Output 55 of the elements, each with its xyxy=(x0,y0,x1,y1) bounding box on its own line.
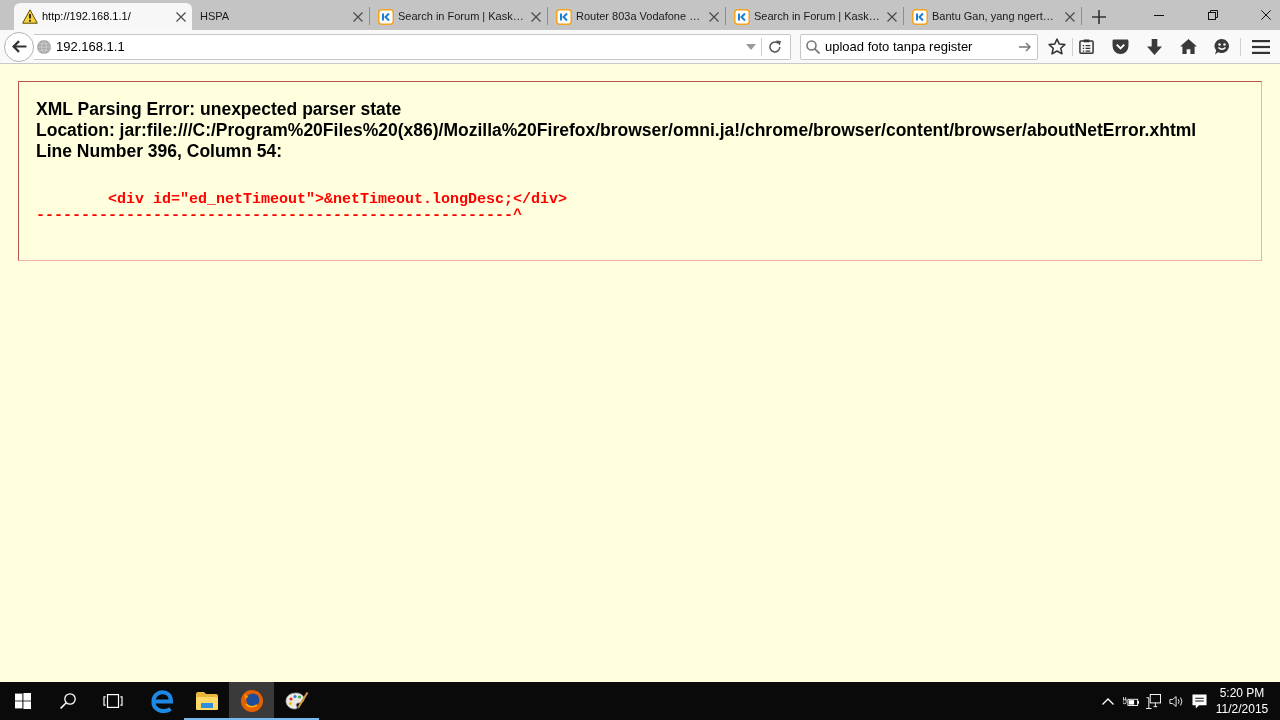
close-icon xyxy=(887,11,897,22)
overlapping-windows-icon xyxy=(102,694,123,708)
arrow-left-icon xyxy=(11,40,27,53)
message-icon xyxy=(1192,693,1207,709)
close-icon xyxy=(1065,11,1075,22)
browser-tab[interactable]: Search in Forum | Kask… xyxy=(726,3,903,30)
error-title: XML Parsing Error: unexpected parser state xyxy=(36,99,402,120)
minimize-icon xyxy=(1154,14,1164,16)
site-logo-icon xyxy=(734,8,750,25)
smiley-icon xyxy=(1214,38,1230,55)
arrow-right-icon xyxy=(1019,41,1031,52)
browser-tab[interactable]: HSPA xyxy=(192,3,369,30)
address-bar[interactable]: 192.168.1.1 xyxy=(34,33,791,60)
palette-icon xyxy=(284,691,309,711)
home-icon xyxy=(1179,39,1197,54)
chevron-up-icon xyxy=(1101,697,1114,705)
site-logo-icon xyxy=(556,8,572,25)
folder-icon xyxy=(195,692,218,710)
triangle-down-icon xyxy=(746,43,756,50)
close-icon xyxy=(531,11,541,22)
close-icon xyxy=(1261,10,1271,20)
round-logo-icon xyxy=(240,690,263,712)
plus-icon xyxy=(1092,9,1106,24)
browser-tab[interactable]: http://192.168.1.1/ xyxy=(14,3,192,30)
reload-icon xyxy=(768,40,782,53)
e-logo-icon xyxy=(150,689,173,713)
globe-icon xyxy=(37,39,51,54)
error-pointer: -----------------------------------------------------^ xyxy=(36,208,523,224)
search-icon xyxy=(59,693,76,709)
clock[interactable]: 5:20 PM 11/2/2015 xyxy=(1211,682,1273,720)
restore-icon xyxy=(1208,10,1218,20)
source-code-line: <div id="ed_netTimeout">&netTimeout.longDesc;</div> xyxy=(107,192,568,208)
site-logo-icon xyxy=(378,8,394,25)
browser-tab[interactable]: Bantu Gan, yang ngert… xyxy=(904,3,1081,30)
speaker-icon xyxy=(1168,694,1185,708)
close-icon xyxy=(353,11,363,22)
search-field[interactable]: upload foto tanpa register xyxy=(800,33,1038,60)
site-logo-icon xyxy=(912,8,928,25)
browser-tab[interactable]: Router 803a Vodafone … xyxy=(548,3,725,30)
four-squares-icon xyxy=(14,693,31,709)
plug-battery-icon xyxy=(1122,695,1139,707)
close-icon xyxy=(709,11,719,22)
browser-tab[interactable]: Search in Forum | Kask… xyxy=(370,3,547,30)
error-line-number: Line Number 396, Column 54: xyxy=(36,141,283,162)
warning-icon xyxy=(22,9,38,24)
menu-icon xyxy=(1252,39,1270,54)
clipboard-icon xyxy=(1078,39,1094,54)
back-button[interactable] xyxy=(4,31,34,62)
network-icon xyxy=(1146,693,1161,709)
arrow-down-icon xyxy=(1146,38,1162,55)
star-icon xyxy=(1048,38,1066,55)
chevron-shield-icon xyxy=(1111,39,1129,54)
search-icon xyxy=(806,39,820,54)
error-location: Location: jar:file:///C:/Program%20Files%20(x86)/Mozilla%20Firefox/browser/omni.ja!/chrome/browser/content/browser/aboutNetError.xhtml xyxy=(36,120,1197,141)
close-icon xyxy=(176,11,186,22)
